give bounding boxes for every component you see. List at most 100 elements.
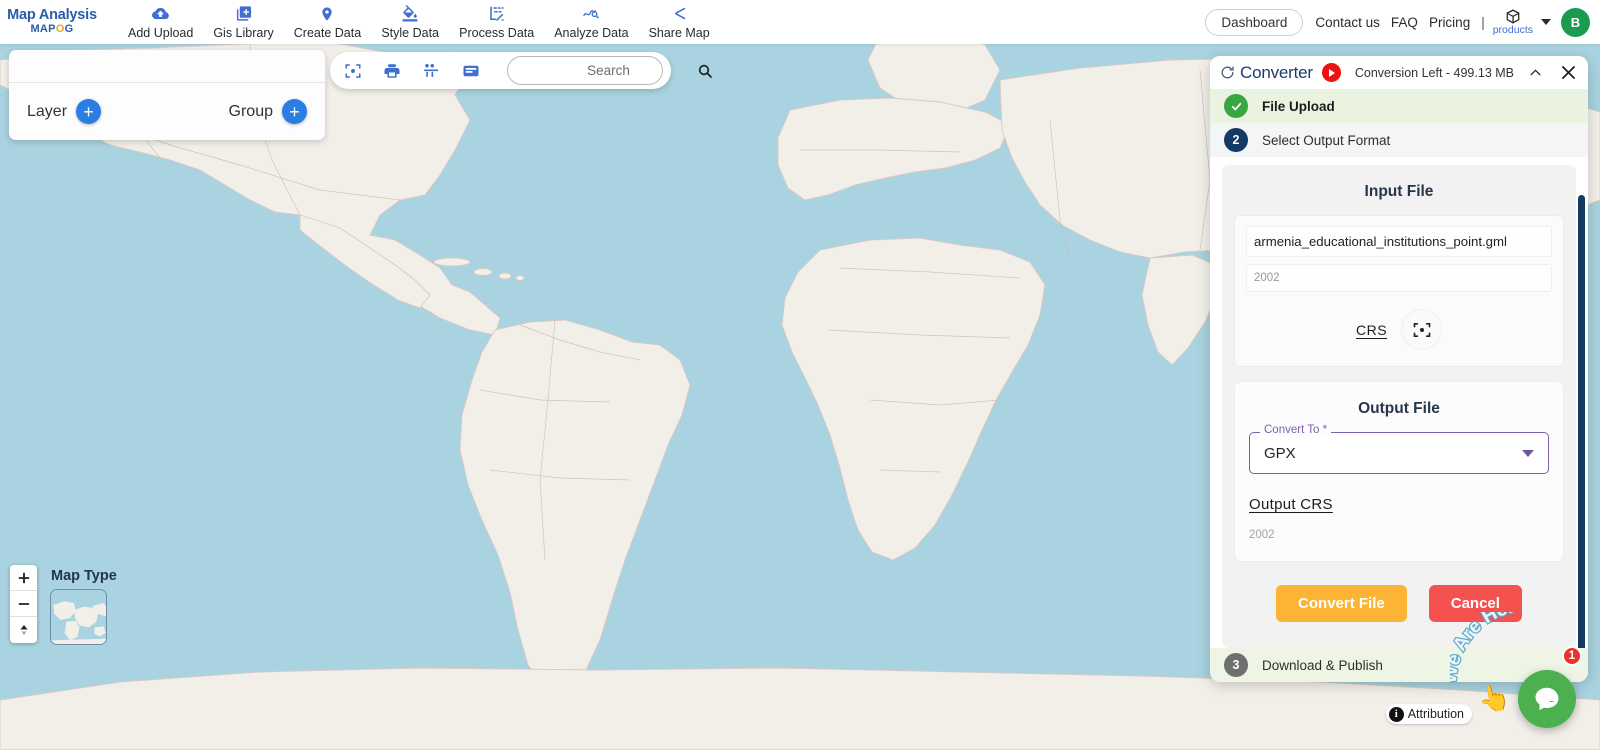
convert-to-value: GPX bbox=[1264, 444, 1296, 462]
attribution-badge[interactable]: i Attribution bbox=[1385, 704, 1472, 724]
output-crs-value[interactable]: 2002 bbox=[1249, 529, 1549, 541]
products-label: products bbox=[1492, 24, 1533, 36]
app-root: Map Analysis MAPOG Add Upload Gis Librar… bbox=[0, 0, 1600, 750]
header-right: Dashboard Contact us FAQ Pricing | produ… bbox=[1205, 7, 1600, 37]
input-crs-row: CRS bbox=[1246, 309, 1552, 350]
zoom-out-button[interactable] bbox=[10, 591, 37, 617]
layer-label: Layer bbox=[27, 102, 68, 120]
map-zoom-controls bbox=[10, 565, 37, 643]
input-file-box: armenia_educational_institutions_point.g… bbox=[1234, 215, 1564, 367]
close-icon[interactable] bbox=[1559, 63, 1578, 82]
center-focus-icon[interactable] bbox=[344, 62, 362, 80]
brand-subtitle: MAPOG bbox=[30, 24, 73, 36]
nav-style-data-label: Style Data bbox=[381, 25, 439, 40]
panel-scrollbar[interactable] bbox=[1578, 195, 1585, 648]
input-crs-value[interactable]: 2002 bbox=[1246, 264, 1552, 292]
pricing-link[interactable]: Pricing bbox=[1429, 15, 1470, 30]
convert-to-field: Convert To * GPX bbox=[1249, 424, 1549, 474]
pointing-hand-icon: 👆 bbox=[1475, 680, 1513, 716]
info-icon: i bbox=[1388, 706, 1404, 722]
layer-panel-header bbox=[9, 50, 325, 83]
map-toolbar bbox=[330, 52, 712, 89]
collapse-chevron-up-icon[interactable] bbox=[1526, 66, 1545, 79]
step-1-badge bbox=[1224, 94, 1248, 118]
brand-title: Map Analysis bbox=[7, 7, 97, 24]
add-group-button[interactable]: Group + bbox=[229, 99, 307, 124]
map-type-thumbnail[interactable] bbox=[50, 589, 107, 645]
brand-logo[interactable]: Map Analysis MAPOG bbox=[0, 7, 100, 36]
chat-open-button[interactable] bbox=[1518, 670, 1576, 728]
avatar[interactable]: B bbox=[1561, 7, 1590, 37]
nav-analyze-data-label: Analyze Data bbox=[554, 25, 629, 40]
cloud-upload-icon bbox=[151, 5, 170, 23]
measure-icon[interactable] bbox=[462, 62, 480, 80]
chevron-down-icon[interactable] bbox=[1541, 19, 1551, 25]
chevron-down-icon bbox=[1522, 449, 1534, 457]
converter-body: Input File armenia_educational_instituti… bbox=[1210, 157, 1588, 648]
step-2-badge: 2 bbox=[1224, 128, 1248, 152]
output-file-box: Output File Convert To * GPX Output CRS … bbox=[1234, 381, 1564, 562]
nav-gis-library-label: Gis Library bbox=[213, 25, 274, 40]
svg-text:We Are Here!: We Are Here! bbox=[1450, 612, 1533, 685]
brand-sub-o: O bbox=[55, 23, 65, 36]
nav-add-upload[interactable]: Add Upload bbox=[118, 3, 203, 42]
step-1-label: File Upload bbox=[1262, 98, 1335, 114]
step-3-badge: 3 bbox=[1224, 653, 1248, 677]
nav-add-upload-label: Add Upload bbox=[128, 25, 194, 40]
brand-sub-prefix: MAP bbox=[30, 23, 56, 36]
map-type-label: Map Type bbox=[51, 568, 117, 584]
process-data-icon bbox=[488, 5, 506, 23]
center-focus-icon[interactable] bbox=[1401, 309, 1443, 350]
step-2-label: Select Output Format bbox=[1262, 132, 1391, 148]
step-file-upload[interactable]: File Upload bbox=[1210, 89, 1588, 123]
input-crs-link[interactable]: CRS bbox=[1356, 322, 1387, 338]
products-menu[interactable]: products bbox=[1493, 8, 1533, 36]
faq-link[interactable]: FAQ bbox=[1391, 15, 1418, 30]
nav-process-data-label: Process Data bbox=[459, 25, 535, 40]
refresh-icon[interactable] bbox=[1220, 65, 1235, 80]
chat-unread-badge: 1 bbox=[1562, 646, 1582, 666]
add-layer-button[interactable]: Layer + bbox=[27, 99, 102, 124]
chat-bubble-icon bbox=[1535, 687, 1559, 711]
compass-icon[interactable] bbox=[10, 617, 37, 643]
convert-to-select[interactable]: GPX bbox=[1249, 432, 1549, 474]
layer-panel-actions: Layer + Group + bbox=[9, 83, 325, 140]
input-file-title: Input File bbox=[1364, 183, 1434, 200]
brand-sub-suffix: G bbox=[64, 23, 74, 36]
compare-icon[interactable] bbox=[422, 62, 441, 80]
nav-style-data[interactable]: Style Data bbox=[371, 3, 449, 42]
nav-share-map[interactable]: Share Map bbox=[639, 3, 720, 42]
step-select-output-format[interactable]: 2 Select Output Format bbox=[1210, 123, 1588, 157]
dashboard-button[interactable]: Dashboard bbox=[1205, 8, 1304, 36]
nav-create-data[interactable]: Create Data bbox=[284, 3, 371, 42]
convert-file-button[interactable]: Convert File bbox=[1276, 585, 1407, 622]
library-add-icon bbox=[235, 5, 253, 23]
chat-widget: We Are Here! 👆 1 bbox=[1450, 612, 1588, 738]
search-icon[interactable] bbox=[697, 63, 713, 79]
search-input[interactable] bbox=[520, 63, 697, 78]
nav-process-data[interactable]: Process Data bbox=[449, 3, 544, 42]
arc-text: We Are Here! bbox=[1450, 612, 1534, 686]
contact-us-link[interactable]: Contact us bbox=[1315, 15, 1380, 30]
play-triangle bbox=[1329, 68, 1336, 77]
map-thumb-svg bbox=[51, 590, 106, 644]
step-3-label: Download & Publish bbox=[1262, 657, 1383, 673]
plus-icon: + bbox=[282, 99, 307, 124]
input-filename[interactable]: armenia_educational_institutions_point.g… bbox=[1246, 226, 1552, 257]
nav-analyze-data[interactable]: Analyze Data bbox=[544, 3, 638, 42]
output-crs-link[interactable]: Output CRS bbox=[1249, 496, 1549, 513]
nav-share-map-label: Share Map bbox=[648, 25, 710, 40]
zoom-in-button[interactable] bbox=[10, 565, 37, 591]
map-search-box[interactable] bbox=[507, 56, 712, 85]
analyze-chart-icon bbox=[581, 5, 601, 23]
video-tutorial-icon[interactable] bbox=[1321, 63, 1341, 82]
converter-title: Converter bbox=[1240, 62, 1313, 82]
output-file-title: Output File bbox=[1358, 400, 1440, 417]
location-pin-icon bbox=[319, 5, 335, 23]
top-header: Map Analysis MAPOG Add Upload Gis Librar… bbox=[0, 0, 1600, 44]
nav-gis-library[interactable]: Gis Library bbox=[203, 3, 283, 42]
print-icon[interactable] bbox=[383, 62, 401, 80]
group-label: Group bbox=[228, 102, 273, 120]
map-type-selector: Map Type bbox=[50, 568, 117, 645]
box-cube-icon bbox=[1503, 8, 1523, 25]
